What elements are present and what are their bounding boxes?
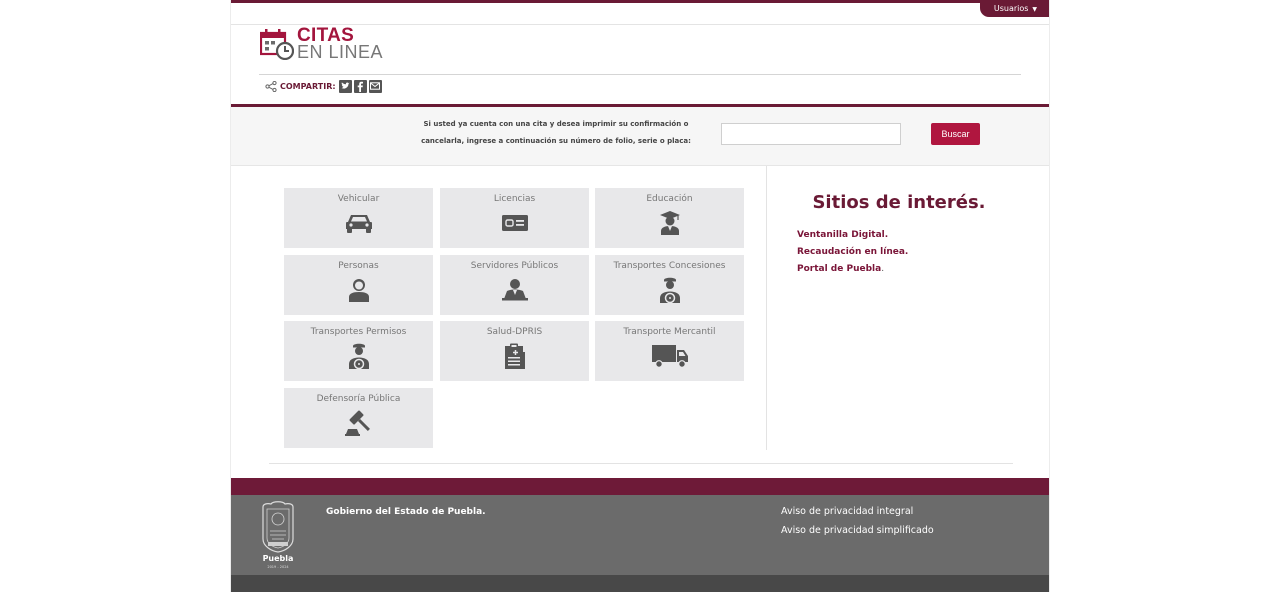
tile-label: Salud-DPRIS <box>486 327 543 337</box>
link-label: Ventanilla Digital <box>797 230 885 240</box>
person-icon <box>348 279 369 302</box>
folio-input[interactable] <box>721 123 901 145</box>
privacy-notice-simplified-link[interactable]: Aviso de privacidad simplificado <box>781 525 934 536</box>
users-menu-label: Usuarios <box>993 4 1029 13</box>
footer-bottom-bar <box>231 575 1049 592</box>
logo-subtitle: EN LINEA <box>297 42 384 62</box>
footer: Puebla 2019 - 2024 Gobierno del Estado d… <box>231 495 1049 575</box>
tile-label: Educación <box>646 194 693 204</box>
tile-transportes-permisos[interactable]: Transportes Permisos <box>284 321 433 381</box>
content-bottom-rule <box>269 463 1013 464</box>
search-instructions: Si usted ya cuenta con una cita y desea … <box>401 116 711 150</box>
footer-accent-bar <box>231 478 1049 495</box>
tile-label: Vehicular <box>337 194 380 204</box>
email-icon[interactable] <box>368 79 382 93</box>
driver-icon <box>659 277 680 304</box>
share-bar: COMPARTIR: <box>265 78 384 94</box>
link-ventanilla-digital[interactable]: Ventanilla Digital. <box>797 230 888 240</box>
tile-transporte-mercantil[interactable]: Transporte Mercantil <box>595 321 744 381</box>
link-suffix: . <box>881 264 885 274</box>
link-label: Portal de Puebla <box>797 264 882 274</box>
tile-servidores-publicos[interactable]: Servidores Públicos <box>440 255 589 315</box>
tile-label: Transportes Concesiones <box>613 261 726 271</box>
folio-search-section: Si usted ya cuenta con una cita y desea … <box>231 104 1049 166</box>
share-label: COMPARTIR: <box>280 81 336 91</box>
link-recaudacion-en-linea[interactable]: Recaudación en línea. <box>797 247 908 257</box>
puebla-period: 2019 - 2024 <box>267 565 289 569</box>
link-portal-de-puebla[interactable]: Portal de Puebla. <box>797 264 884 274</box>
facebook-icon[interactable] <box>353 79 367 93</box>
header-rule <box>259 74 1021 75</box>
government-name: Gobierno del Estado de Puebla. <box>326 507 486 517</box>
calendar-clock-icon <box>260 29 294 60</box>
sites-of-interest-title: Sitios de interés. <box>812 192 986 213</box>
public-servant-icon <box>501 279 528 301</box>
puebla-wordmark: Puebla <box>262 554 294 563</box>
car-icon <box>345 215 372 233</box>
content-divider <box>766 166 767 450</box>
gavel-icon <box>344 410 370 436</box>
search-button[interactable]: Buscar <box>931 123 980 145</box>
tile-label: Defensoría Pública <box>316 394 401 404</box>
search-instructions-line2: cancelarla, ingrese a continuación su nú… <box>421 137 691 145</box>
tile-licencias[interactable]: Licencias <box>440 188 589 248</box>
tile-label: Personas <box>338 261 379 271</box>
tile-personas[interactable]: Personas <box>284 255 433 315</box>
search-instructions-line1: Si usted ya cuenta con una cita y desea … <box>423 120 689 128</box>
link-suffix: . <box>884 230 889 240</box>
link-label: Recaudación en línea <box>797 247 905 257</box>
driver-icon <box>348 343 369 370</box>
truck-icon <box>651 345 688 368</box>
tile-salud-dpris[interactable]: Salud-DPRIS <box>440 321 589 381</box>
clipboard-icon <box>504 343 525 369</box>
puebla-crest-icon <box>262 501 294 553</box>
page-container: Usuarios ▼ CITAS EN LINEA COMPARTIR: Si … <box>230 0 1050 592</box>
tile-label: Licencias <box>493 194 536 204</box>
users-menu[interactable]: Usuarios ▼ <box>979 0 1049 17</box>
tile-defensoria-publica[interactable]: Defensoría Pública <box>284 388 433 448</box>
link-suffix: . <box>904 247 909 257</box>
privacy-notice-full-link[interactable]: Aviso de privacidad integral <box>781 506 913 517</box>
chevron-down-icon: ▼ <box>1030 6 1037 13</box>
tile-transportes-concesiones[interactable]: Transportes Concesiones <box>595 255 744 315</box>
share-icon <box>265 80 277 92</box>
tile-educacion[interactable]: Educación <box>595 188 744 248</box>
tile-label: Servidores Públicos <box>470 261 559 271</box>
tile-label: Transporte Mercantil <box>623 327 716 337</box>
graduate-icon <box>659 211 680 235</box>
id-card-icon <box>501 215 528 231</box>
twitter-icon[interactable] <box>338 79 352 93</box>
top-accent-bar <box>231 0 1049 3</box>
tile-label: Transportes Permisos <box>310 327 407 337</box>
tile-vehicular[interactable]: Vehicular <box>284 188 433 248</box>
